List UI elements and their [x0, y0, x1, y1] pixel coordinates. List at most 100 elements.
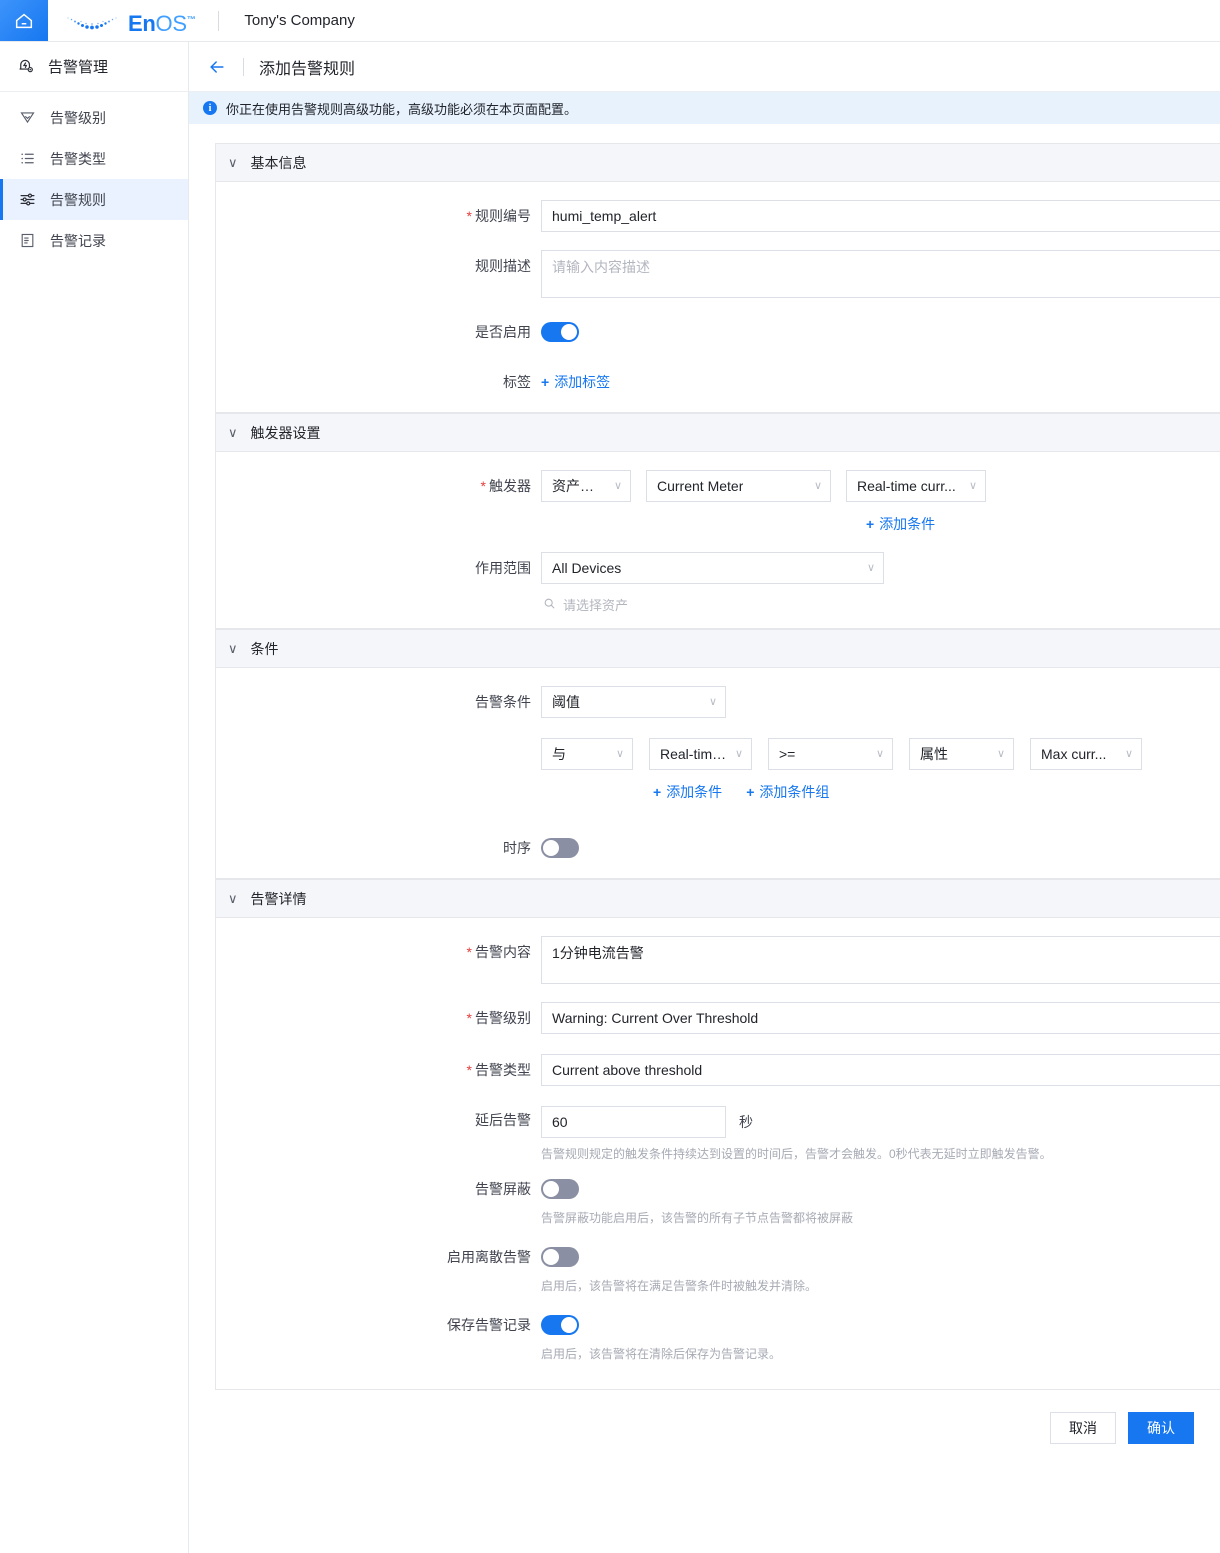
save-record-toggle[interactable]: [541, 1315, 579, 1335]
select-value: Real-time curr...: [857, 478, 956, 494]
app-root: EnOS™ Tony's Company 告警管理 告警级别 告警类型 告警规则…: [0, 0, 1220, 1553]
sidebar-item-alarm-rule[interactable]: 告警规则: [0, 179, 188, 220]
alarm-type-input[interactable]: Current above threshold: [541, 1054, 1220, 1086]
sidebar-item-label: 告警级别: [50, 109, 106, 126]
chevron-down-icon: ∨: [615, 747, 624, 760]
tags-label: 标签: [503, 374, 531, 390]
plus-icon: +: [746, 784, 755, 800]
enos-arc-icon: [67, 16, 117, 29]
header-divider: [243, 57, 244, 76]
sidebar-item-alarm-record[interactable]: 告警记录: [0, 220, 188, 261]
top-bar: EnOS™ Tony's Company: [0, 0, 1220, 42]
alarm-level-select[interactable]: Warning: Current Over Threshold ∨: [541, 1002, 1220, 1034]
trigger-select-point[interactable]: Real-time curr... ∨: [846, 470, 986, 502]
asset-search-placeholder: 请选择资产: [563, 598, 629, 613]
trigger-add-condition-button[interactable]: + 添加条件: [866, 514, 935, 534]
basic-info-section-header[interactable]: ∨ 基本信息: [216, 144, 1220, 182]
condition-logic-select[interactable]: 与 ∨: [541, 738, 633, 770]
trigger-card: ∨ 触发器设置 * 触发器 资产测点 ∨ Current Meter ∨ Rea…: [215, 413, 1220, 629]
trigger-selects: 资产测点 ∨ Current Meter ∨ Real-time curr...: [541, 470, 1220, 502]
condition-card: ∨ 条件 告警条件 阈值 ∨ 与 ∨ Real-time... ∨ >= ∨ 属…: [215, 629, 1220, 879]
chevron-down-icon: ∨: [968, 479, 977, 492]
alarm-type-row: * 告警类型 Current above threshold: [216, 1054, 1220, 1086]
add-tag-button[interactable]: + 添加标签: [541, 366, 610, 398]
alarm-content-control: 1分钟电流告警: [541, 936, 1220, 984]
timing-toggle[interactable]: [541, 838, 579, 858]
select-value: 资产测点: [552, 478, 608, 494]
document-icon: [18, 232, 36, 250]
discrete-label: 启用离散告警: [447, 1249, 531, 1265]
rule-id-control: humi_temp_alert: [541, 200, 1220, 232]
alarm-condition-row: 告警条件 阈值 ∨ 与 ∨ Real-time... ∨ >= ∨ 属性 ∨ M…: [216, 686, 1220, 802]
tags-label-wrap: 标签: [216, 366, 541, 398]
timing-row: 时序: [216, 832, 1220, 864]
select-value: Real-time...: [660, 746, 729, 762]
chevron-down-icon: ∨: [613, 479, 622, 492]
enabled-label: 是否启用: [475, 324, 531, 340]
home-button[interactable]: [0, 0, 48, 41]
scope-select[interactable]: All Devices ∨: [541, 552, 884, 584]
form-footer: 取消 确认: [215, 1390, 1220, 1444]
chevron-down-icon: ∨: [228, 641, 238, 656]
alarm-content-textarea[interactable]: 1分钟电流告警: [541, 936, 1220, 984]
discrete-control: 启用后，该告警将在满足告警条件时被触发并清除。: [541, 1243, 1220, 1295]
enabled-label-wrap: 是否启用: [216, 316, 541, 348]
alarm-type-label: 告警类型: [475, 1062, 531, 1078]
discrete-toggle[interactable]: [541, 1247, 579, 1267]
condition-value-select[interactable]: Max curr... ∨: [1030, 738, 1142, 770]
alarm-management-icon: [16, 56, 35, 78]
main-content: 添加告警规则 i 你正在使用告警规则高级功能，高级功能必须在本页面配置。 ∨ 基…: [189, 42, 1220, 1553]
condition-metric-select[interactable]: Real-time... ∨: [649, 738, 752, 770]
condition-section-header[interactable]: ∨ 条件: [216, 630, 1220, 668]
trigger-select-source[interactable]: 资产测点 ∨: [541, 470, 631, 502]
enabled-row: 是否启用: [216, 316, 1220, 348]
body: 告警管理 告警级别 告警类型 告警规则 告警记录 添加告警规则 i 你正在使用告…: [0, 42, 1220, 1553]
required-star: *: [466, 1010, 472, 1026]
condition-valuetype-select[interactable]: 属性 ∨: [909, 738, 1014, 770]
rule-desc-textarea[interactable]: 请输入内容描述: [541, 250, 1220, 298]
select-value: All Devices: [552, 560, 622, 576]
select-value: 属性: [920, 746, 948, 762]
scope-label: 作用范围: [475, 560, 531, 576]
condition-operator-select[interactable]: >= ∨: [768, 738, 893, 770]
rule-desc-row: 规则描述 请输入内容描述: [216, 250, 1220, 298]
alarm-level-control: Warning: Current Over Threshold ∨: [541, 1002, 1220, 1034]
chevron-down-icon: ∨: [228, 891, 238, 906]
mask-toggle[interactable]: [541, 1179, 579, 1199]
alarm-detail-body: * 告警内容 1分钟电流告警 * 告警级别 Warning: Current O…: [216, 918, 1220, 1389]
sidebar-header: 告警管理: [0, 42, 188, 92]
chevron-down-icon: ∨: [228, 425, 238, 440]
required-star: *: [480, 478, 486, 494]
trigger-section-header[interactable]: ∨ 触发器设置: [216, 414, 1220, 452]
add-condition-group-button[interactable]: + 添加条件组: [746, 782, 829, 802]
trigger-select-device[interactable]: Current Meter ∨: [646, 470, 831, 502]
plus-icon: +: [541, 374, 550, 390]
tags-row: 标签 + 添加标签: [216, 366, 1220, 398]
add-condition-button[interactable]: + 添加条件: [653, 782, 722, 802]
sidebar-item-alarm-level[interactable]: 告警级别: [0, 97, 188, 138]
back-arrow-icon[interactable]: [207, 57, 227, 77]
required-star: *: [466, 1062, 472, 1078]
delay-input-row: 60 秒: [541, 1106, 1220, 1138]
alarm-condition-select[interactable]: 阈值 ∨: [541, 686, 726, 718]
plus-icon: +: [866, 516, 875, 532]
add-condition-group-label: 添加条件组: [759, 784, 830, 800]
alarm-detail-section-header[interactable]: ∨ 告警详情: [216, 880, 1220, 918]
condition-links: + 添加条件 + 添加条件组: [541, 782, 1220, 802]
enabled-toggle[interactable]: [541, 322, 579, 342]
sidebar-item-alarm-type[interactable]: 告警类型: [0, 138, 188, 179]
condition-body: 告警条件 阈值 ∨ 与 ∨ Real-time... ∨ >= ∨ 属性 ∨ M…: [216, 668, 1220, 878]
rule-id-label-wrap: * 规则编号: [216, 200, 541, 232]
trigger-body: * 触发器 资产测点 ∨ Current Meter ∨ Real-time c…: [216, 452, 1220, 628]
enos-logo: EnOS™: [65, 6, 196, 36]
cancel-button[interactable]: 取消: [1050, 1412, 1116, 1444]
delay-input[interactable]: 60: [541, 1106, 726, 1138]
select-value: Current Meter: [657, 478, 744, 494]
confirm-button[interactable]: 确认: [1128, 1412, 1194, 1444]
rule-id-input[interactable]: humi_temp_alert: [541, 200, 1220, 232]
asset-search-row[interactable]: 请选择资产: [541, 595, 1220, 614]
alarm-content-label: 告警内容: [475, 944, 531, 960]
chevron-down-icon: ∨: [875, 747, 884, 760]
trigger-label: 触发器: [489, 478, 531, 494]
toggle-knob: [543, 1249, 559, 1265]
